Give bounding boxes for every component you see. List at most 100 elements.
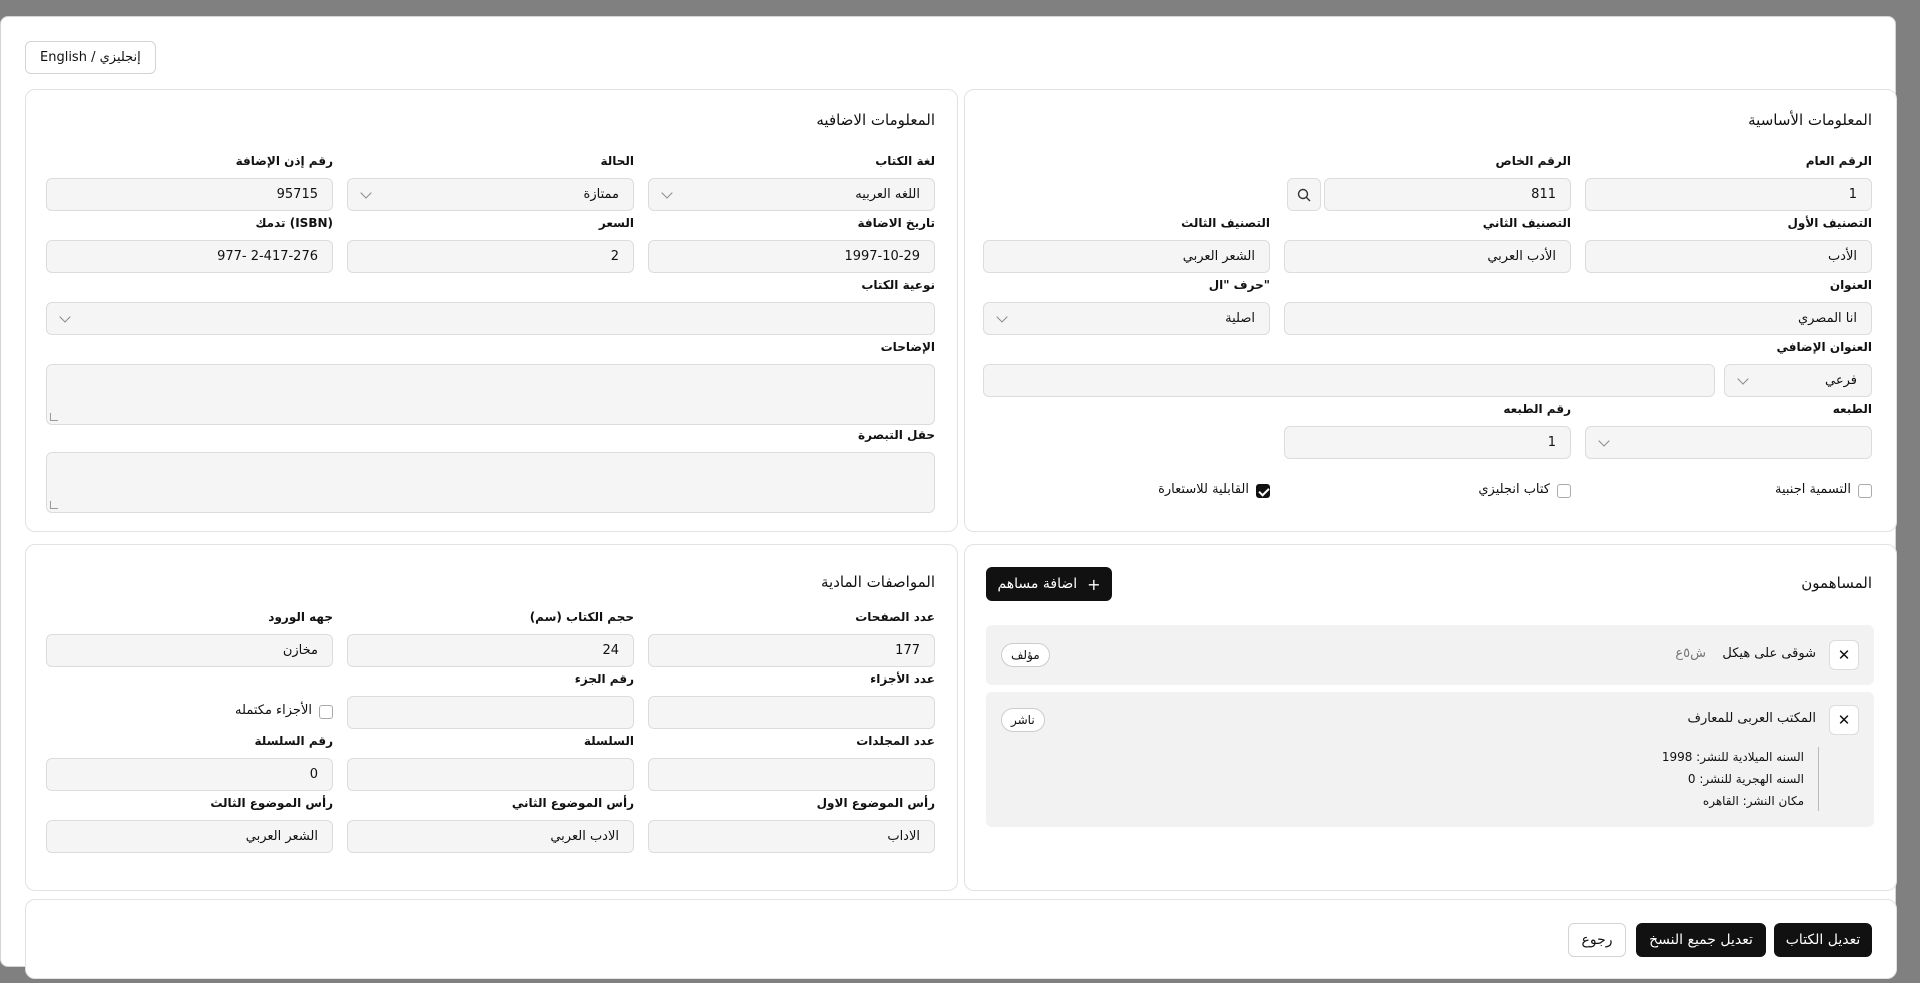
part-number-label: رقم الجزء: [574, 672, 634, 686]
class3-input[interactable]: الشعر العربي: [983, 240, 1270, 273]
contributor-name: شوقى على هيكل: [1722, 646, 1816, 661]
language-toggle-button[interactable]: English / إنجليزي: [25, 41, 156, 74]
addition-permit-label: رقم إذن الإضافة: [235, 154, 333, 168]
volumes-label: عدد المجلدات: [856, 734, 935, 748]
title-input[interactable]: انا المصري: [1284, 302, 1872, 335]
remove-contributor-button[interactable]: ✕: [1829, 640, 1859, 670]
series-label: السلسلة: [583, 734, 634, 748]
extra-info-title: المعلومات الاضافيه: [816, 111, 935, 129]
search-icon: [1297, 188, 1311, 201]
pages-input[interactable]: 177: [648, 634, 935, 667]
subject2-label: رأس الموضوع الثاني: [511, 796, 634, 810]
source-input[interactable]: مخازن: [46, 634, 333, 667]
special-number-input[interactable]: 811: [1324, 178, 1571, 211]
size-input[interactable]: 24: [347, 634, 634, 667]
edition-select[interactable]: [1585, 426, 1872, 459]
contributor-add-label: اضافة مساهم: [997, 576, 1078, 592]
subject3-label: رأس الموضوع الثالث: [210, 796, 333, 810]
series-input[interactable]: [347, 758, 634, 791]
edit-book-button[interactable]: تعديل الكتاب: [1774, 923, 1872, 957]
al-letter-select[interactable]: اصلية: [983, 302, 1270, 335]
class3-label: التصنيف الثالث: [1181, 216, 1270, 230]
physical-specs-card: المواصفات المادية عدد الصفحات 177 حجم ال…: [25, 544, 958, 891]
extra-title-input[interactable]: [983, 364, 1715, 397]
parts-complete-checkbox[interactable]: [319, 705, 333, 719]
class2-input[interactable]: الأدب العربي: [1284, 240, 1571, 273]
contributors-title: المساهمون: [1801, 574, 1872, 592]
subject2-input[interactable]: الادب العربي: [347, 820, 634, 853]
publish-year-gregorian: السنه الميلادية للنشر: 1998: [1661, 750, 1804, 764]
book-type-label: نوعية الكتاب: [861, 278, 935, 292]
language-select[interactable]: اللغه العربيه: [648, 178, 935, 211]
contributor-item: ✕ شوقى على هيكل ش٥ع مؤلف: [986, 625, 1874, 685]
edition-number-label: رقم الطبعه: [1503, 402, 1571, 416]
status-select[interactable]: ممتازة: [347, 178, 634, 211]
back-button[interactable]: رجوع: [1568, 923, 1626, 957]
parts-count-input[interactable]: [648, 696, 935, 729]
volumes-input[interactable]: [648, 758, 935, 791]
chevron-down-icon: [1598, 434, 1610, 447]
source-label: جهه الورود: [268, 610, 333, 624]
clarifications-textarea[interactable]: [46, 364, 935, 425]
extra-info-card: المعلومات الاضافيه لغة الكتاب اللغه العر…: [25, 89, 958, 532]
special-number-search-button[interactable]: [1287, 178, 1321, 211]
contributor-code: ش٥ع: [1675, 646, 1706, 661]
chevron-down-icon: [59, 310, 71, 323]
basic-info-title: المعلومات الأساسية: [1748, 111, 1872, 129]
edition-number-input[interactable]: 1: [1284, 426, 1571, 459]
english-book-checkbox[interactable]: [1557, 484, 1571, 498]
part-number-input[interactable]: [347, 696, 634, 729]
chevron-down-icon: [360, 186, 372, 199]
book-edit-modal: English / إنجليزي المعلومات الأساسية الر…: [0, 16, 1897, 979]
book-type-select[interactable]: [46, 302, 935, 335]
details-divider: [1818, 747, 1819, 811]
add-contributor-button[interactable]: اضافة مساهم +: [986, 567, 1112, 601]
addition-permit-input[interactable]: 95715: [46, 178, 333, 211]
class2-label: التصنيف الثاني: [1482, 216, 1571, 230]
class1-input[interactable]: الأدب: [1585, 240, 1872, 273]
edit-all-copies-button[interactable]: تعديل جميع النسخ: [1636, 923, 1766, 957]
price-input[interactable]: 2: [347, 240, 634, 273]
extra-title-type-select[interactable]: فرعي: [1724, 364, 1872, 397]
subject1-label: رأس الموضوع الاول: [816, 796, 935, 810]
borrowable-checkbox[interactable]: [1256, 484, 1270, 498]
language-value: اللغه العربيه: [855, 187, 920, 202]
al-letter-value: اصلية: [1225, 311, 1255, 326]
edition-label: الطبعه: [1832, 402, 1872, 416]
insight-label: حقل التبصرة: [858, 428, 935, 442]
special-number-label: الرقم الخاص: [1495, 154, 1571, 168]
physical-specs-title: المواصفات المادية: [821, 573, 935, 591]
english-book-label: كتاب انجليزي: [1478, 482, 1550, 497]
publish-year-hijri: السنه الهجرية للنشر: 0: [1687, 772, 1804, 786]
class1-label: التصنيف الأول: [1787, 216, 1872, 230]
isbn-input[interactable]: 977- 2-417-276: [46, 240, 333, 273]
contributor-name: المكتب العربى للمعارف: [1687, 711, 1816, 726]
foreign-name-checkbox[interactable]: [1858, 484, 1872, 498]
size-label: حجم الكتاب (سم): [529, 610, 634, 624]
foreign-name-label: التسمية اجنبية: [1774, 482, 1851, 497]
add-date-input[interactable]: 1997-10-29: [648, 240, 935, 273]
parts-count-label: عدد الأجزاء: [870, 672, 935, 686]
general-number-input[interactable]: 1: [1585, 178, 1872, 211]
chevron-down-icon: [996, 310, 1008, 323]
isbn-label: تدمك (ISBN): [255, 216, 334, 230]
chevron-down-icon: [1737, 372, 1749, 385]
insight-textarea[interactable]: [46, 452, 935, 513]
al-letter-label: حرف "ال": [1208, 278, 1270, 292]
borrowable-label: القابلية للاستعارة: [1158, 482, 1249, 497]
remove-contributor-button[interactable]: ✕: [1829, 705, 1859, 735]
series-number-input[interactable]: 0: [46, 758, 333, 791]
general-number-label: الرقم العام: [1805, 154, 1872, 168]
publish-place: مكان النشر: القاهره: [1702, 794, 1804, 808]
language-label: لغة الكتاب: [875, 154, 935, 168]
subject1-input[interactable]: الاداب: [648, 820, 935, 853]
parts-complete-label: الأجزاء مكتمله: [235, 703, 312, 718]
resize-handle-icon[interactable]: [50, 413, 58, 421]
status-value: ممتازة: [583, 187, 619, 202]
subject3-input[interactable]: الشعر العربي: [46, 820, 333, 853]
contributors-card: المساهمون اضافة مساهم + ✕ شوقى على هيكل …: [964, 544, 1897, 891]
chevron-down-icon: [661, 186, 673, 199]
basic-info-card: المعلومات الأساسية الرقم العام 1 الرقم ا…: [964, 89, 1897, 532]
add-date-label: تاريخ الاضافة: [857, 216, 935, 230]
resize-handle-icon[interactable]: [50, 501, 58, 509]
